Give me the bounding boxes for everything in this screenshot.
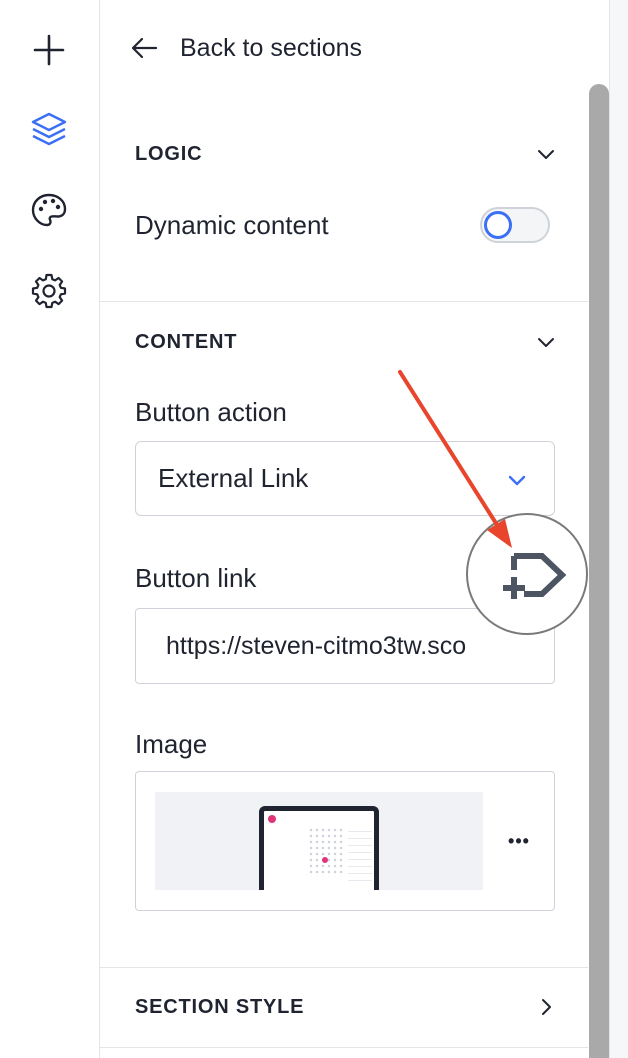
toggle-knob (484, 211, 512, 239)
canvas-edge (610, 0, 628, 1058)
logic-section-title: LOGIC (135, 143, 203, 165)
scrollbar-thumb[interactable] (589, 84, 609, 1058)
section-style-title: SECTION STYLE (135, 996, 305, 1018)
dynamic-content-label: Dynamic content (135, 210, 329, 240)
back-to-sections-link[interactable]: Back to sections (130, 28, 362, 68)
button-link-value: https://steven-citmo3tw.sco (166, 631, 467, 660)
palette-icon (31, 193, 67, 227)
layers-icon (31, 112, 67, 146)
button-action-select[interactable]: External Link (135, 441, 555, 516)
back-label: Back to sections (180, 33, 363, 62)
dynamic-content-toggle[interactable] (480, 207, 550, 243)
plus-icon (33, 34, 65, 66)
more-options-icon: ••• (508, 830, 530, 851)
button-action-value: External Link (158, 463, 309, 493)
button-link-label: Button link (135, 563, 257, 593)
more-options-button[interactable]: ••• (504, 826, 534, 856)
image-label: Image (135, 729, 208, 759)
gear-icon (31, 273, 67, 309)
chevron-right-icon[interactable] (535, 996, 557, 1018)
section-divider (100, 301, 588, 302)
layers-button[interactable] (26, 107, 72, 153)
add-label-cursor-icon (503, 553, 567, 599)
chevron-down-icon[interactable] (535, 143, 557, 165)
theme-button[interactable] (26, 187, 72, 233)
content-section-title: CONTENT (135, 331, 238, 353)
chevron-down-icon (508, 475, 526, 486)
arrow-left-icon (131, 37, 158, 59)
section-divider (100, 967, 588, 968)
image-thumbnail[interactable] (155, 792, 483, 890)
image-picker[interactable]: ••• (135, 771, 555, 911)
settings-button[interactable] (26, 268, 72, 314)
chevron-down-icon[interactable] (535, 331, 557, 353)
button-action-label: Button action (135, 397, 287, 427)
cursor-magnifier (466, 513, 588, 635)
section-divider (100, 1047, 588, 1048)
add-button[interactable] (26, 27, 72, 73)
left-toolbar (0, 0, 100, 1058)
laptop-preview-image (259, 806, 379, 890)
